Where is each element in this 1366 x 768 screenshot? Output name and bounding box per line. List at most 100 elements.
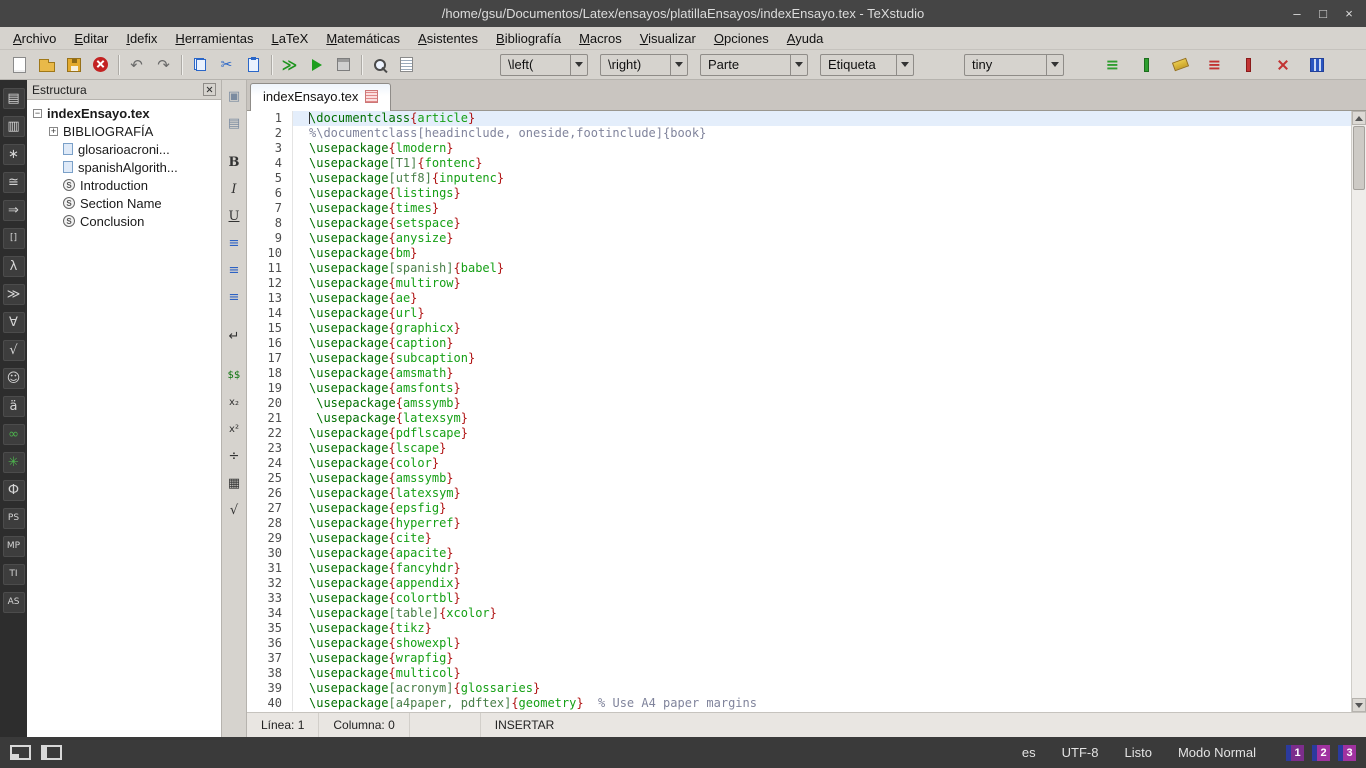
green-lines-button[interactable] xyxy=(1099,52,1126,78)
code-line-1[interactable]: 1\documentclass{article} xyxy=(247,111,1351,126)
menu-editar[interactable]: Editar xyxy=(65,29,117,48)
menu-asistentes[interactable]: Asistentes xyxy=(409,29,487,48)
code-line-20[interactable]: 20 \usepackage{amssymb} xyxy=(247,396,1351,411)
tree-item-glosarioacroni[interactable]: glosarioacroni... xyxy=(27,140,221,158)
pstricks-panel-button[interactable]: PS xyxy=(3,508,25,529)
code-line-2[interactable]: 2%\documentclass[headinclude, oneside,fo… xyxy=(247,126,1351,141)
code-line-16[interactable]: 16\usepackage{caption} xyxy=(247,336,1351,351)
code-line-7[interactable]: 7\usepackage{times} xyxy=(247,201,1351,216)
tree-item-bibliograf-a[interactable]: +BIBLIOGRAFÍA xyxy=(27,122,221,140)
menu-herramientas[interactable]: Herramientas xyxy=(166,29,262,48)
code-line-39[interactable]: 39\usepackage[acronym]{glossaries} xyxy=(247,681,1351,696)
align-right-button[interactable]: ≡ xyxy=(224,287,245,308)
code-line-31[interactable]: 31\usepackage{fancyhdr} xyxy=(247,561,1351,576)
inline-math-button[interactable]: $$ xyxy=(224,365,245,386)
asymptote-panel-button[interactable]: AS xyxy=(3,592,25,613)
encoding-indicator[interactable]: UTF-8 xyxy=(1062,745,1099,760)
code-line-9[interactable]: 9\usepackage{anysize} xyxy=(247,231,1351,246)
matrix-button[interactable]: ▦ xyxy=(224,473,245,494)
tree-item-spanishalgorith[interactable]: spanishAlgorith... xyxy=(27,158,221,176)
compile-button[interactable] xyxy=(303,52,330,78)
bookmark-badge-2[interactable]: 2 xyxy=(1312,745,1330,761)
code-line-4[interactable]: 4\usepackage[T1]{fontenc} xyxy=(247,156,1351,171)
superscript-button[interactable]: x² xyxy=(224,419,245,440)
scrollbar-thumb[interactable] xyxy=(1353,126,1365,190)
green-bar-button[interactable] xyxy=(1133,52,1160,78)
redo-button[interactable] xyxy=(150,52,177,78)
close-file-button[interactable] xyxy=(87,52,114,78)
code-line-14[interactable]: 14\usepackage{url} xyxy=(247,306,1351,321)
fraction-button[interactable]: ÷ xyxy=(224,446,245,467)
align-left-button[interactable]: ≡ xyxy=(224,233,245,254)
code-line-38[interactable]: 38\usepackage{multicol} xyxy=(247,666,1351,681)
code-line-8[interactable]: 8\usepackage{setspace} xyxy=(247,216,1351,231)
menu-matem-ticas[interactable]: Matemáticas xyxy=(317,29,409,48)
right-delimiter-dropdown[interactable]: \right) xyxy=(600,54,688,76)
code-line-29[interactable]: 29\usepackage{cite} xyxy=(247,531,1351,546)
cyrillic-symbols-button[interactable]: Ф xyxy=(3,480,25,501)
expand-icon[interactable]: + xyxy=(49,127,58,136)
toggle-messages-panel-button[interactable] xyxy=(41,745,62,760)
arrow-symbols-button[interactable]: ⇒ xyxy=(3,200,25,221)
view-pdf-button[interactable] xyxy=(330,52,357,78)
tree-item-section-name[interactable]: SSection Name xyxy=(27,194,221,212)
code-line-35[interactable]: 35\usepackage{tikz} xyxy=(247,621,1351,636)
check-symbols-button[interactable]: √ xyxy=(3,340,25,361)
menu-latex[interactable]: LaTeX xyxy=(262,29,317,48)
code-area[interactable]: 1\documentclass{article}2%\documentclass… xyxy=(247,111,1366,712)
yellow-marker-button[interactable] xyxy=(1167,52,1194,78)
language-indicator[interactable]: es xyxy=(1022,745,1036,760)
copy-button[interactable] xyxy=(186,52,213,78)
metapost-panel-button[interactable]: MP xyxy=(3,536,25,557)
red-lines-button[interactable] xyxy=(1201,52,1228,78)
find-button[interactable] xyxy=(366,52,393,78)
code-line-12[interactable]: 12\usepackage{multirow} xyxy=(247,276,1351,291)
code-line-32[interactable]: 32\usepackage{appendix} xyxy=(247,576,1351,591)
menu-idefix[interactable]: Idefix xyxy=(117,29,166,48)
tree-item-introduction[interactable]: SIntroduction xyxy=(27,176,221,194)
code-line-27[interactable]: 27\usepackage{epsfig} xyxy=(247,501,1351,516)
menu-visualizar[interactable]: Visualizar xyxy=(631,29,705,48)
code-line-5[interactable]: 5\usepackage[utf8]{inputenc} xyxy=(247,171,1351,186)
blue-columns-button[interactable] xyxy=(1303,52,1330,78)
most-used-symbols-button[interactable]: ∗ xyxy=(3,144,25,165)
code-line-28[interactable]: 28\usepackage{hyperref} xyxy=(247,516,1351,531)
subscript-button[interactable]: x₂ xyxy=(224,392,245,413)
scroll-down-icon[interactable] xyxy=(1352,698,1366,712)
delimiter-symbols-button[interactable]: [] xyxy=(3,228,25,249)
code-line-10[interactable]: 10\usepackage{bm} xyxy=(247,246,1351,261)
code-line-24[interactable]: 24\usepackage{color} xyxy=(247,456,1351,471)
close-button[interactable]: × xyxy=(1336,6,1362,21)
misc-math-symbols-button[interactable]: ∀ xyxy=(3,312,25,333)
cut-button[interactable] xyxy=(213,52,240,78)
menu-bibliograf-a[interactable]: Bibliografía xyxy=(487,29,570,48)
code-line-19[interactable]: 19\usepackage{amsfonts} xyxy=(247,381,1351,396)
menu-opciones[interactable]: Opciones xyxy=(705,29,778,48)
bold-button[interactable]: B xyxy=(224,152,245,173)
new-file-button[interactable] xyxy=(6,52,33,78)
bookmark-badge-3[interactable]: 3 xyxy=(1338,745,1356,761)
greek-symbols-button[interactable]: λ xyxy=(3,256,25,277)
bookmarks-panel-button[interactable]: ▥ xyxy=(3,116,25,137)
tab-indexensayo[interactable]: indexEnsayo.tex xyxy=(250,83,391,111)
misc-text-symbols-button[interactable]: ☺ xyxy=(3,368,25,389)
save-button[interactable] xyxy=(60,52,87,78)
code-line-15[interactable]: 15\usepackage{graphicx} xyxy=(247,321,1351,336)
code-line-22[interactable]: 22\usepackage{pdflscape} xyxy=(247,426,1351,441)
scroll-up-icon[interactable] xyxy=(1352,111,1366,125)
code-line-13[interactable]: 13\usepackage{ae} xyxy=(247,291,1351,306)
relation-symbols-button[interactable]: ≅ xyxy=(3,172,25,193)
maximize-button[interactable]: □ xyxy=(1310,6,1336,21)
log-button[interactable] xyxy=(393,52,420,78)
code-line-18[interactable]: 18\usepackage{amsmath} xyxy=(247,366,1351,381)
wasysym-symbols-button[interactable]: ∞ xyxy=(3,424,25,445)
menu-ayuda[interactable]: Ayuda xyxy=(778,29,833,48)
structure-panel-button[interactable]: ▤ xyxy=(3,88,25,109)
special-symbols-button[interactable]: ✳ xyxy=(3,452,25,473)
menu-archivo[interactable]: Archivo xyxy=(4,29,65,48)
bookmark-badge-1[interactable]: 1 xyxy=(1286,745,1304,761)
red-cross-button[interactable] xyxy=(1269,52,1296,78)
code-line-17[interactable]: 17\usepackage{subcaption} xyxy=(247,351,1351,366)
code-line-26[interactable]: 26\usepackage{latexsym} xyxy=(247,486,1351,501)
code-line-25[interactable]: 25\usepackage{amssymb} xyxy=(247,471,1351,486)
